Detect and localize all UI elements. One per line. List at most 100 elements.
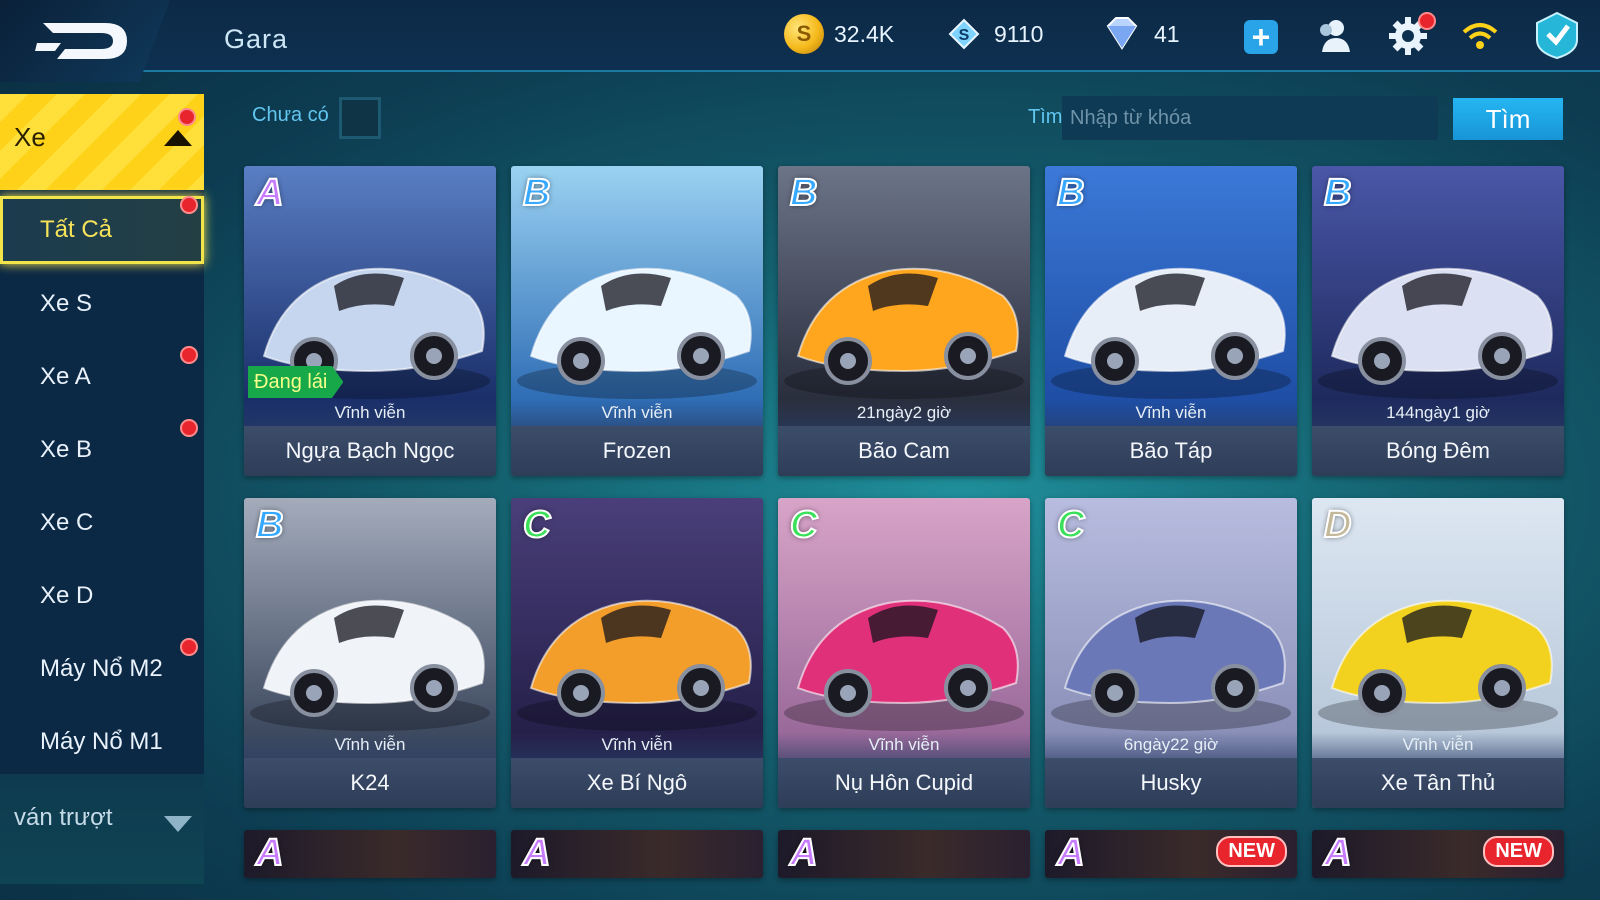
logo-icon [35,23,127,59]
gold-coin-icon: S [784,14,824,54]
car-name: Bão Cam [778,426,1030,476]
car-duration: Vĩnh viễn [1045,400,1297,426]
car-card[interactable]: B Vĩnh viễn Bão Táp [1045,166,1297,476]
car-card[interactable]: A NEW [1312,830,1564,878]
car-card[interactable]: D Vĩnh viễn Xe Tân Thủ [1312,498,1564,808]
add-currency-button[interactable]: + [1244,20,1278,54]
expand-arrow-icon [164,816,192,832]
car-name: Xe Tân Thủ [1312,758,1564,808]
car-card[interactable]: C Vĩnh viễn Xe Bí Ngô [511,498,763,808]
sidebar-item-xe-s[interactable]: Xe S [0,270,204,338]
page-title: Gara [224,24,289,54]
car-duration: 21ngày2 giờ [778,400,1030,426]
tier-badge: A [522,831,551,875]
tier-badge: A [1056,831,1085,875]
notification-dot [180,419,198,437]
chip-icon: S [944,14,984,54]
search-button[interactable]: Tìm [1453,98,1563,140]
car-card[interactable]: C 6ngày22 giờ Husky [1045,498,1297,808]
new-badge: NEW [1483,836,1554,867]
car-duration: 6ngày22 giờ [1045,732,1297,758]
sidebar-item-label: Xe C [40,509,94,536]
collapse-arrow-icon [164,130,192,146]
car-name: Bóng Đêm [1312,426,1564,476]
top-bar: Gara S 32.4K S 9110 41 + [0,0,1600,82]
sidebar-item-label: Máy Nổ M2 [40,655,163,682]
sidebar-item-xe-a[interactable]: Xe A [0,343,204,411]
diamond-icon [1100,14,1144,54]
new-badge: NEW [1216,836,1287,867]
tier-badge: B [1323,171,1352,215]
sidebar-item-xe-c[interactable]: Xe C [0,489,204,557]
car-card[interactable]: A Đang lái Vĩnh viễn Ngựa Bạch Ngọc [244,166,496,476]
profile-button[interactable] [1532,10,1582,60]
plus-icon: + [1251,19,1271,55]
gold-currency[interactable]: S 32.4K [784,14,894,54]
tier-badge: C [1056,503,1085,547]
car-duration: Vĩnh viễn [778,732,1030,758]
network-status [1458,14,1502,58]
not-owned-filter-label: Chưa có [252,104,329,126]
settings-notification-dot [1418,12,1436,30]
car-card[interactable]: A NEW [1045,830,1297,878]
game-logo[interactable] [0,0,170,82]
car-duration: Vĩnh viễn [511,400,763,426]
chip-amount: 9110 [994,20,1044,47]
not-owned-checkbox[interactable] [339,97,381,139]
sidebar-item-engine-m2[interactable]: Máy Nổ M2 [0,635,204,703]
tier-badge: C [522,503,551,547]
car-card[interactable]: B 144ngày1 giờ Bóng Đêm [1312,166,1564,476]
tier-badge: A [255,171,284,215]
gem-amount: 41 [1154,20,1180,47]
tier-badge: A [255,831,284,875]
car-name: Xe Bí Ngô [511,758,763,808]
tier-badge: C [789,503,818,547]
car-duration: Vĩnh viễn [244,732,496,758]
skateboard-category-dropdown[interactable]: ván trượt [0,774,204,884]
tier-badge: B [522,171,551,215]
car-name: Bão Táp [1045,426,1297,476]
chip-currency[interactable]: S 9110 [944,14,1043,54]
tier-badge: B [789,171,818,215]
sidebar-item-label: Xe A [40,363,91,390]
notification-dot [180,638,198,656]
car-duration: 144ngày1 giờ [1312,400,1564,426]
driving-badge: Đang lái [248,366,344,398]
notification-dot [180,196,198,214]
car-card[interactable]: B Vĩnh viễn Frozen [511,166,763,476]
sidebar-item-label: Xe D [40,582,94,609]
sidebar-item-label: Xe B [40,436,93,463]
friends-icon [1320,20,1350,52]
sidebar-item-xe-d[interactable]: Xe D [0,562,204,630]
car-card[interactable]: B 21ngày2 giờ Bão Cam [778,166,1030,476]
svg-text:S: S [959,27,970,44]
tier-badge: B [255,503,284,547]
car-card[interactable]: A [511,830,763,878]
car-card[interactable]: A [244,830,496,878]
shield-icon [1536,11,1578,60]
car-duration: Vĩnh viễn [244,400,496,426]
car-name: Husky [1045,758,1297,808]
gem-currency[interactable]: 41 [1100,14,1180,54]
car-duration: Vĩnh viễn [1312,732,1564,758]
sidebar-item-label: Xe S [40,290,93,317]
car-card[interactable]: C Vĩnh viễn Nụ Hôn Cupid [778,498,1030,808]
notification-dot [180,346,198,364]
tier-badge: D [1323,503,1352,547]
car-name: Frozen [511,426,763,476]
category-notification-dot [178,108,196,126]
car-name: Nụ Hôn Cupid [778,758,1030,808]
category-dropdown[interactable]: Xe [0,94,204,190]
wifi-icon [1462,23,1498,49]
sidebar-item-all[interactable]: Tất Cả [0,196,204,264]
car-card[interactable]: B Vĩnh viễn K24 [244,498,496,808]
sidebar-item-engine-m1[interactable]: Máy Nổ M1 [0,708,204,776]
search-label: Tìm [1028,106,1063,128]
tier-badge: A [1323,831,1352,875]
search-input[interactable] [1062,96,1438,140]
friends-button[interactable] [1312,14,1356,58]
car-name: Ngựa Bạch Ngọc [244,426,496,476]
sidebar-item-xe-b[interactable]: Xe B [0,416,204,484]
car-card[interactable]: A [778,830,1030,878]
skateboard-category-label: ván trượt [14,804,113,831]
